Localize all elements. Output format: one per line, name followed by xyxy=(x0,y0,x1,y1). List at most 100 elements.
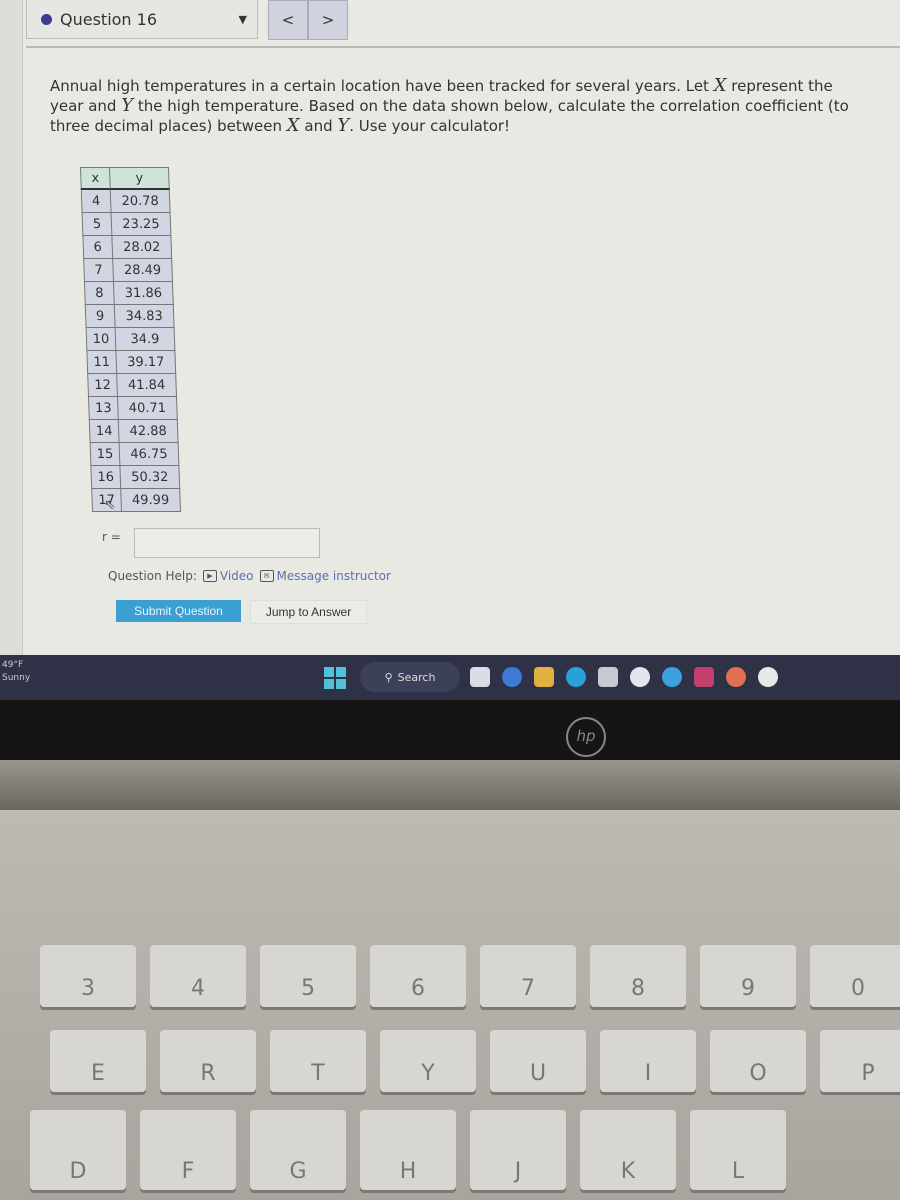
y-cell: 34.83 xyxy=(114,304,175,328)
taskbar-apps xyxy=(470,667,778,687)
question-text: Annual high temperatures in a certain lo… xyxy=(50,75,849,136)
app-icon[interactable] xyxy=(662,667,682,687)
key-p[interactable]: P xyxy=(820,1030,900,1092)
y-cell: 28.49 xyxy=(112,258,173,282)
answer-input[interactable] xyxy=(134,528,320,558)
folder-icon[interactable] xyxy=(534,667,554,687)
chevron-left-icon: < xyxy=(281,11,295,29)
key-l[interactable]: L xyxy=(690,1110,786,1190)
x-cell: 13 xyxy=(88,396,119,420)
status-dot-icon xyxy=(41,13,52,25)
x-cell: 14 xyxy=(89,419,120,443)
table-row: 12 41.84 xyxy=(87,373,177,397)
store-icon[interactable] xyxy=(598,667,618,687)
key-8[interactable]: 8 xyxy=(590,945,686,1007)
video-link[interactable]: ▶ Video xyxy=(202,569,254,583)
previous-question-button[interactable]: < xyxy=(268,0,308,40)
table-row: 14 42.88 xyxy=(89,419,179,443)
key-7[interactable]: 7 xyxy=(480,945,576,1007)
key-o[interactable]: O xyxy=(710,1030,806,1092)
submit-question-button[interactable]: Submit Question xyxy=(116,600,241,622)
taskbar: 49°F Sunny ⚲ Search xyxy=(0,655,900,700)
chevron-right-icon: > xyxy=(321,11,335,29)
x-cell: 15 xyxy=(90,442,120,466)
y-cell: 40.71 xyxy=(117,396,178,420)
question-label: Question 16 xyxy=(60,9,158,29)
app-icon[interactable] xyxy=(694,667,714,687)
key-y[interactable]: Y xyxy=(380,1030,476,1092)
app-icon[interactable] xyxy=(758,667,778,687)
x-cell: 4 xyxy=(81,189,112,213)
key-6[interactable]: 6 xyxy=(370,945,466,1007)
y-cell: 34.9 xyxy=(115,327,175,351)
key-i[interactable]: I xyxy=(600,1030,696,1092)
meet-icon[interactable] xyxy=(502,667,522,687)
key-k[interactable]: K xyxy=(580,1110,676,1190)
taskbar-search[interactable]: ⚲ Search xyxy=(360,662,460,692)
laptop-hinge xyxy=(0,760,900,810)
y-cell: 49.99 xyxy=(120,488,181,512)
column-header-y: y xyxy=(109,167,170,189)
laptop-bezel xyxy=(0,700,900,760)
key-3[interactable]: 3 xyxy=(40,945,136,1007)
weather-widget[interactable]: 49°F Sunny xyxy=(2,659,30,685)
app-icon[interactable] xyxy=(726,667,746,687)
app-icon[interactable] xyxy=(630,667,650,687)
key-t[interactable]: T xyxy=(270,1030,366,1092)
table-row: 6 28.02 xyxy=(82,235,172,259)
x-cell: 5 xyxy=(82,212,112,236)
mail-icon: ✉ xyxy=(259,570,274,582)
key-u[interactable]: U xyxy=(490,1030,586,1092)
help-label: Question Help: xyxy=(108,569,197,583)
y-cell: 42.88 xyxy=(118,419,179,443)
y-cell: 23.25 xyxy=(111,212,171,236)
key-0[interactable]: 0 xyxy=(810,945,900,1007)
x-cell: 10 xyxy=(86,327,116,351)
y-cell: 39.17 xyxy=(115,350,176,374)
x-cell: 16 xyxy=(90,465,121,489)
caret-down-icon: ▼ xyxy=(238,12,247,26)
browser-screen: Question 16 ▼ < > Annual high temperatur… xyxy=(0,0,900,655)
table-row: 10 34.9 xyxy=(86,327,175,351)
x-cell: 6 xyxy=(82,235,113,259)
jump-to-answer-button[interactable]: Jump to Answer xyxy=(250,600,367,624)
x-cell: 7 xyxy=(83,258,114,282)
table-row: 8 31.86 xyxy=(84,281,174,305)
y-cell: 41.84 xyxy=(116,373,177,397)
data-table: x y 4 20.78 5 23.25 6 28.02 7 28.49 8 31.86 9 34.83… xyxy=(80,167,181,512)
x-cell: 11 xyxy=(86,350,117,374)
y-cell: 20.78 xyxy=(110,189,171,213)
table-row: 4 20.78 xyxy=(81,189,171,213)
key-g[interactable]: G xyxy=(250,1110,346,1190)
edge-icon[interactable] xyxy=(566,667,586,687)
key-5[interactable]: 5 xyxy=(260,945,356,1007)
table-row: 13 40.71 xyxy=(88,396,178,420)
key-f[interactable]: F xyxy=(140,1110,236,1190)
key-4[interactable]: 4 xyxy=(150,945,246,1007)
message-instructor-link[interactable]: ✉ Message instructor xyxy=(259,569,391,583)
table-row: 5 23.25 xyxy=(82,212,171,236)
next-question-button[interactable]: > xyxy=(308,0,348,40)
hp-logo: hp xyxy=(566,717,606,757)
key-9[interactable]: 9 xyxy=(700,945,796,1007)
table-row: 11 39.17 xyxy=(86,350,176,374)
answer-label: r = xyxy=(102,530,121,544)
table-row: 16 50.32 xyxy=(90,465,180,489)
x-cell: 9 xyxy=(85,304,116,328)
x-cell: 12 xyxy=(87,373,118,397)
search-icon: ⚲ xyxy=(384,670,393,684)
column-header-x: x xyxy=(80,167,111,189)
question-selector[interactable]: Question 16 ▼ xyxy=(26,0,258,39)
windows-start-icon[interactable] xyxy=(324,667,346,689)
y-cell: 50.32 xyxy=(119,465,180,489)
key-d[interactable]: D xyxy=(30,1110,126,1190)
mouse-cursor-icon: ⇖ xyxy=(104,497,116,513)
key-h[interactable]: H xyxy=(360,1110,456,1190)
key-e[interactable]: E xyxy=(50,1030,146,1092)
key-j[interactable]: J xyxy=(470,1110,566,1190)
file-icon[interactable] xyxy=(470,667,490,687)
question-help: Question Help: ▶ Video ✉ Message instructo… xyxy=(108,569,391,583)
key-r[interactable]: R xyxy=(160,1030,256,1092)
video-icon: ▶ xyxy=(202,570,217,582)
table-row: 7 28.49 xyxy=(83,258,173,282)
